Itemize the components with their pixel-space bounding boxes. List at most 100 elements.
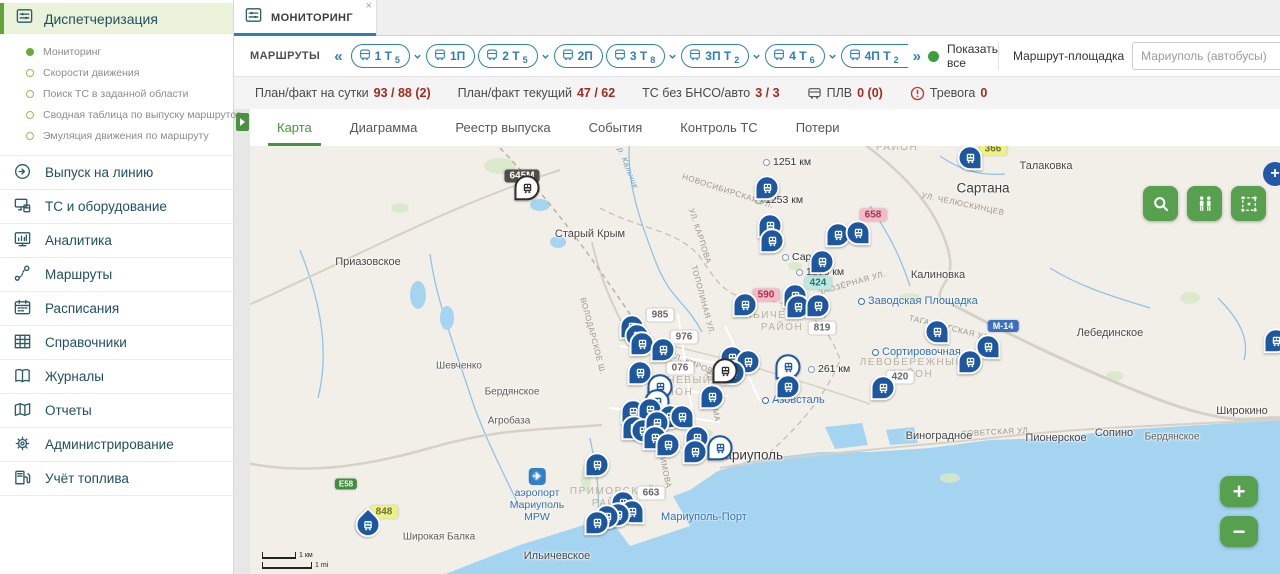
- stat-value: 93 / 88 (2): [374, 86, 431, 100]
- bus-marker-body: [708, 435, 733, 460]
- sidebar-item-routes[interactable]: Маршруты: [0, 257, 233, 291]
- bus-marker[interactable]: [755, 175, 780, 200]
- place-label: Шевченко: [436, 361, 482, 372]
- bus-marker[interactable]: [656, 432, 681, 457]
- bus-marker[interactable]: [958, 146, 983, 170]
- sidebar-item-journals[interactable]: Журналы: [0, 359, 233, 393]
- place-label: Калиновка: [911, 269, 965, 281]
- map-drivers-button[interactable]: [1187, 186, 1222, 221]
- map-select-area-button[interactable]: [1231, 186, 1266, 221]
- route-pill-chevron-icon[interactable]: [668, 52, 677, 61]
- road-badge: 076: [667, 362, 694, 375]
- bus-marker[interactable]: [1264, 328, 1280, 353]
- tab-close-icon[interactable]: ×: [366, 1, 372, 12]
- poi-label-text: Сортировочная: [882, 346, 961, 358]
- bus-marker[interactable]: [810, 249, 835, 274]
- bus-marker[interactable]: [958, 349, 983, 374]
- sidebar-item-admin[interactable]: Администрирование: [0, 427, 233, 461]
- place-label: Агробаза: [488, 416, 531, 427]
- route-site-label: Маршрут-площадка: [1013, 49, 1124, 63]
- sidebar-item-analytics[interactable]: Аналитика: [0, 223, 233, 257]
- bus-marker[interactable]: [925, 319, 950, 344]
- zoom-out-button[interactable]: −: [1220, 516, 1258, 547]
- map-canvas[interactable]: ИЛЬИЧЕВСКИЙ РАЙОНЖОВТНЕВЫЙ РАЙОНЛЕВОБЕРЕ…: [250, 146, 1280, 574]
- bus-marker-body: [713, 358, 738, 383]
- sidebar-item-fuel[interactable]: Учёт топлива: [0, 461, 233, 496]
- bus-marker[interactable]: [683, 439, 708, 464]
- routes-collapse-icon[interactable]: «: [334, 48, 342, 65]
- bus-marker[interactable]: [713, 358, 738, 383]
- route-pill[interactable]: 1 Т5: [351, 44, 410, 68]
- sidebar-menu: Выпуск на линиюТС и оборудованиеАналитик…: [0, 155, 233, 496]
- sidebar-item-reports[interactable]: Отчеты: [0, 393, 233, 427]
- stat-item: ТС без БНСО/авто 3 / 3: [642, 86, 779, 100]
- sidebar-item-launch[interactable]: Выпуск на линию: [0, 155, 233, 189]
- bus-marker[interactable]: [515, 175, 540, 200]
- bus-marker[interactable]: [871, 375, 896, 400]
- route-pill[interactable]: 2П: [554, 44, 603, 68]
- sidebar-reference-icon: [13, 332, 32, 354]
- sidebar-subitem[interactable]: Эмуляция движения по маршруту: [0, 125, 233, 146]
- view-tab-диаграмма[interactable]: Диаграмма: [331, 109, 437, 146]
- view-tab-события[interactable]: События: [570, 109, 662, 146]
- view-tab-контроль-тс[interactable]: Контроль ТС: [661, 109, 776, 146]
- bus-icon: [433, 48, 447, 65]
- map-search-button[interactable]: [1143, 186, 1178, 221]
- stat-label: План/факт на сутки: [255, 86, 369, 100]
- routes-expand-icon[interactable]: »: [913, 48, 921, 65]
- route-pill-chevron-icon[interactable]: [752, 52, 761, 61]
- sidebar-subitem-label: Скорости движения: [43, 67, 139, 79]
- view-tab-карта[interactable]: Карта: [258, 109, 331, 146]
- route-pill[interactable]: 2 Т5: [478, 44, 537, 68]
- route-pill[interactable]: 3П Т2: [681, 44, 749, 68]
- bullet-icon: [26, 111, 34, 119]
- bus-marker[interactable]: [846, 220, 871, 245]
- route-pill[interactable]: 3 Т8: [606, 44, 665, 68]
- view-tab-реестр-выпуска[interactable]: Реестр выпуска: [436, 109, 569, 146]
- poi-label-text: Мариуполь-Порт: [661, 511, 747, 523]
- bus-marker[interactable]: [708, 435, 733, 460]
- route-pill-sub: 2: [734, 55, 739, 65]
- sidebar-admin-icon: [13, 434, 32, 456]
- sidebar-item-label: Учёт топлива: [45, 471, 129, 486]
- bullet-icon: [26, 69, 34, 77]
- zoom-in-button[interactable]: +: [1220, 476, 1258, 507]
- sidebar-subitem[interactable]: Поиск ТС в заданной области: [0, 83, 233, 104]
- search-icon: [1151, 194, 1171, 214]
- sidebar-item-label: Расписания: [45, 301, 119, 316]
- sidebar-item-vehicles[interactable]: ТС и оборудование: [0, 189, 233, 223]
- stat-label: План/факт текущий: [458, 86, 572, 100]
- route-pill-chevron-icon[interactable]: [541, 52, 550, 61]
- bus-marker[interactable]: [733, 292, 758, 317]
- bus-marker[interactable]: [585, 452, 610, 477]
- tab-monitoring-label: МОНИТОРИНГ: [271, 12, 353, 24]
- bullet-icon: [26, 48, 34, 56]
- sidebar-item-dispatch[interactable]: Диспетчеризация: [0, 3, 233, 34]
- bus-marker[interactable]: [585, 510, 610, 535]
- collapse-panel-button[interactable]: [236, 113, 249, 131]
- bus-marker[interactable]: [356, 512, 381, 537]
- map-corner-plus-button[interactable]: +: [1263, 162, 1280, 186]
- route-pill-chevron-icon[interactable]: [828, 52, 837, 61]
- route-pill-label: 2 Т: [502, 49, 519, 63]
- sidebar-subitem[interactable]: Мониторинг: [0, 41, 233, 62]
- bus-marker[interactable]: [760, 228, 785, 253]
- bus-marker[interactable]: [776, 374, 801, 399]
- bus-marker[interactable]: [651, 337, 676, 362]
- routes-label: МАРШРУТЫ: [250, 50, 320, 62]
- sidebar-item-schedule[interactable]: Расписания: [0, 291, 233, 325]
- sidebar-subitem[interactable]: Скорости движения: [0, 62, 233, 83]
- view-tab-потери[interactable]: Потери: [777, 109, 859, 146]
- poi-label: Мариуполь-Порт: [661, 511, 747, 523]
- route-pill[interactable]: 4 Т6: [765, 44, 824, 68]
- sidebar-subitem[interactable]: Сводная таблица по выпуску маршрутов: [0, 104, 233, 125]
- route-pill[interactable]: 1П: [426, 44, 475, 68]
- route-pill[interactable]: 4П Т2: [841, 44, 908, 68]
- bus-marker[interactable]: [806, 293, 831, 318]
- bus-marker[interactable]: [700, 384, 725, 409]
- route-pill-label: 1П: [450, 49, 465, 63]
- route-site-select[interactable]: Мариуполь (автобусы): [1132, 42, 1280, 70]
- tab-monitoring[interactable]: МОНИТОРИНГ ×: [234, 0, 377, 35]
- route-pill-chevron-icon[interactable]: [413, 52, 422, 61]
- sidebar-item-reference[interactable]: Справочники: [0, 325, 233, 359]
